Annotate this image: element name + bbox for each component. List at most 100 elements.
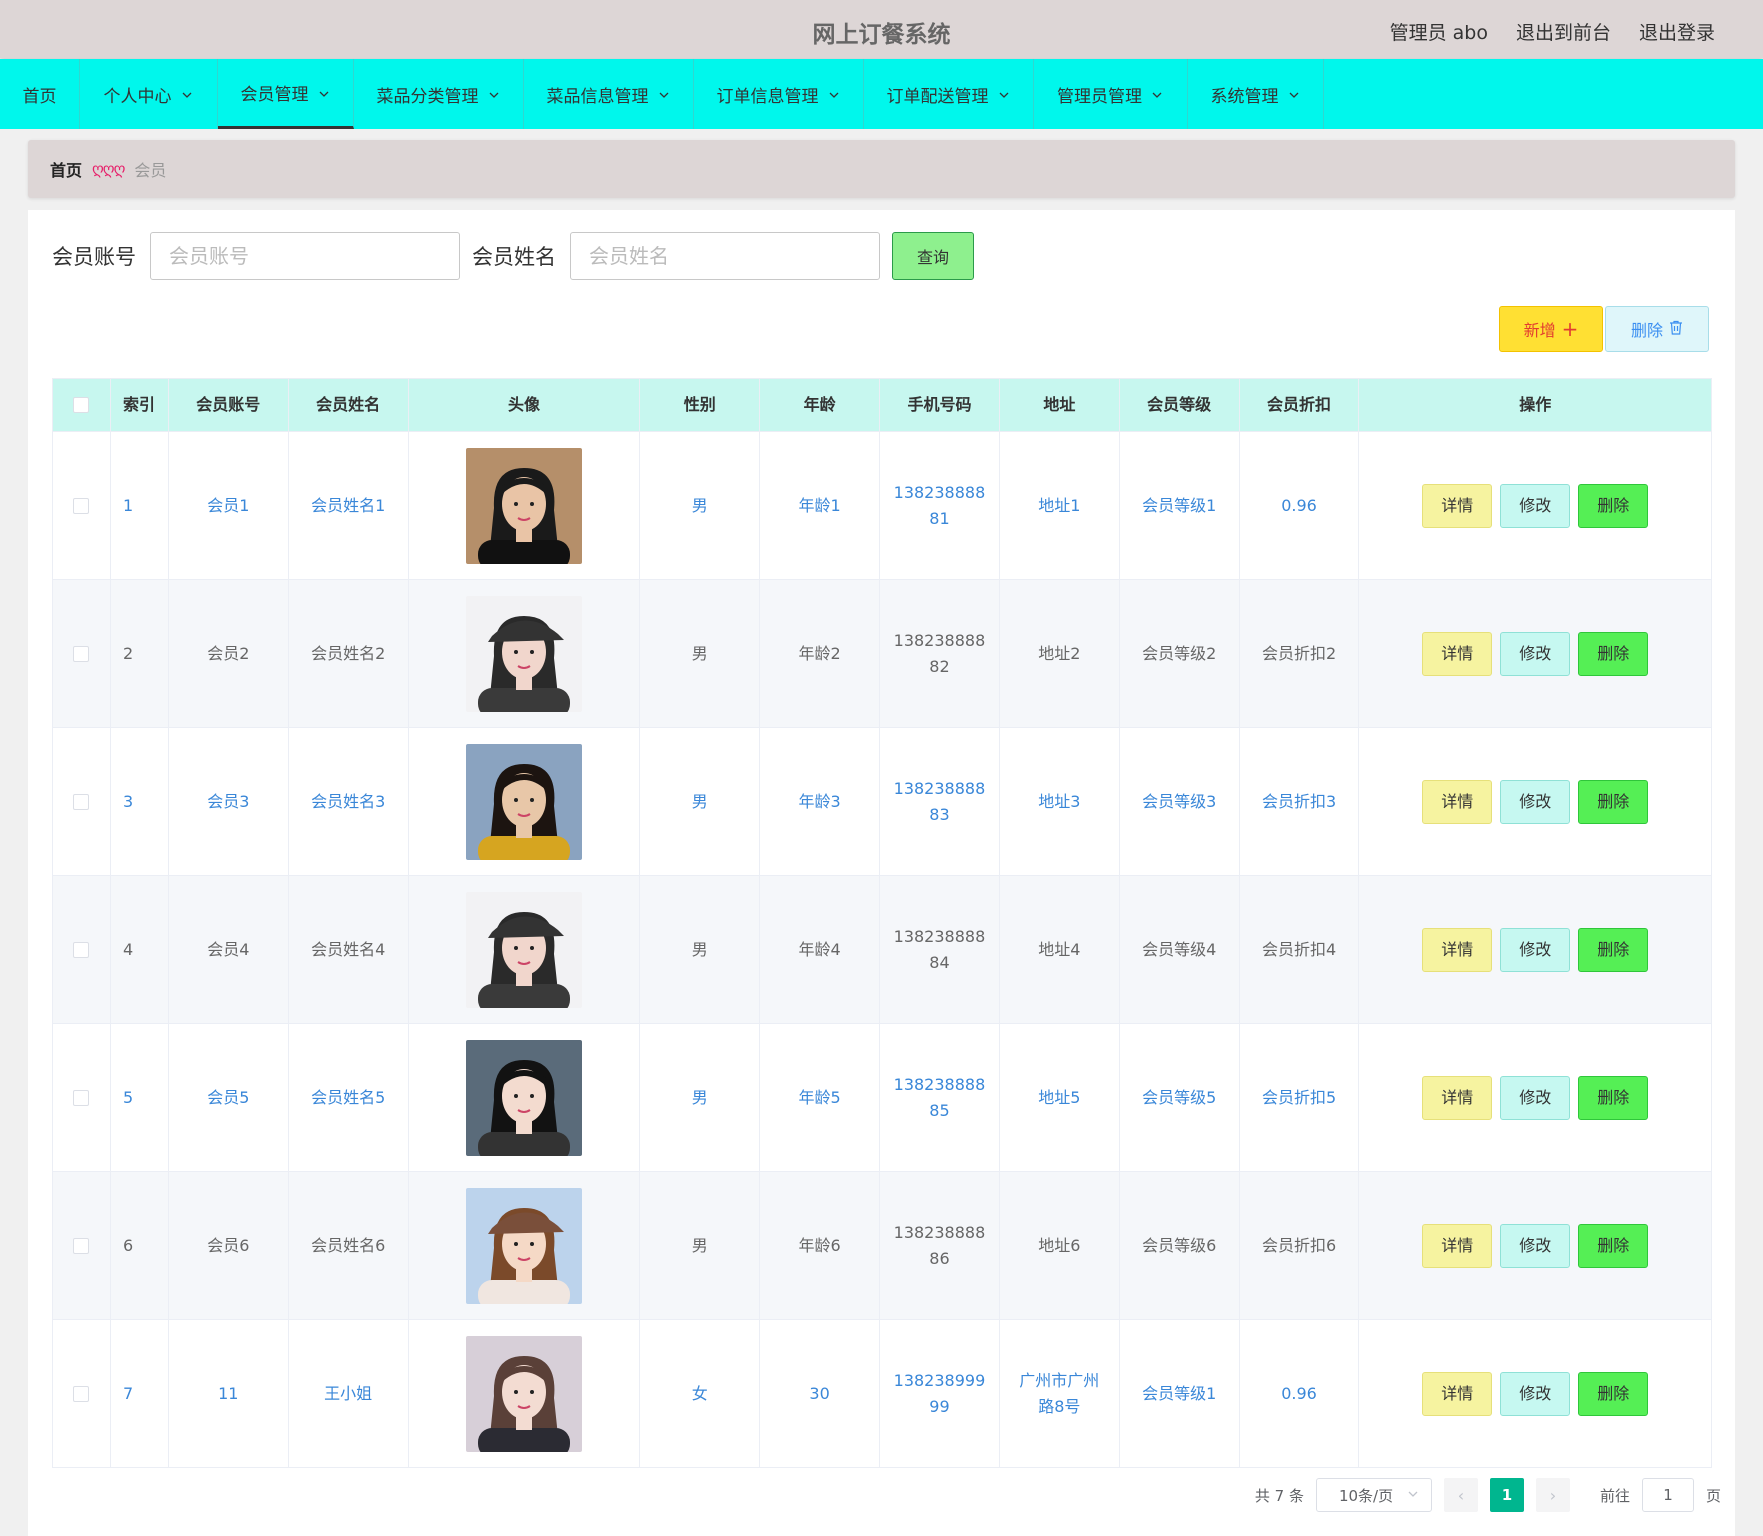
cell-index: 3	[111, 728, 169, 875]
cell-operations: 详情 修改 删除	[1359, 1320, 1711, 1467]
edit-button[interactable]: 修改	[1500, 1075, 1571, 1120]
row-checkbox[interactable]	[73, 941, 90, 958]
next-page-button[interactable]: ›	[1535, 1478, 1570, 1512]
delete-button-label: 删除	[1630, 321, 1663, 340]
detail-button[interactable]: 详情	[1422, 779, 1493, 824]
avatar[interactable]	[465, 743, 582, 860]
nav-item-dish-info[interactable]: 菜品信息管理	[524, 59, 694, 129]
avatar[interactable]	[465, 1187, 582, 1304]
cell-phone: 13823888886	[880, 1172, 1000, 1319]
cell-avatar	[409, 728, 641, 875]
edit-button[interactable]: 修改	[1500, 631, 1571, 676]
logout-link[interactable]: 退出登录	[1639, 18, 1715, 45]
admin-user-label[interactable]: 管理员 abo	[1390, 18, 1488, 45]
breadcrumb-separator: ღღღ	[92, 160, 125, 178]
batch-delete-button[interactable]: 删除	[1605, 306, 1709, 352]
row-checkbox[interactable]	[73, 1385, 90, 1402]
row-checkbox[interactable]	[73, 497, 90, 514]
delete-button[interactable]: 删除	[1578, 631, 1649, 676]
cell-phone: 13823888881	[880, 432, 1000, 579]
row-checkbox[interactable]	[73, 645, 90, 662]
delete-button[interactable]: 删除	[1578, 1371, 1649, 1416]
address-text: 地址3	[1038, 791, 1081, 811]
cell-age: 年龄5	[760, 1024, 881, 1171]
detail-button[interactable]: 详情	[1422, 483, 1493, 528]
detail-button[interactable]: 详情	[1422, 927, 1493, 972]
avatar[interactable]	[465, 1039, 582, 1156]
cell-account: 会员4	[169, 876, 289, 1023]
nav-item-order-info[interactable]: 订单信息管理	[694, 59, 864, 129]
delete-button[interactable]: 删除	[1578, 1075, 1649, 1120]
avatar[interactable]	[465, 595, 582, 712]
nav-item-order-delivery[interactable]: 订单配送管理	[864, 59, 1034, 129]
cell-age: 年龄6	[760, 1172, 881, 1319]
address-text: 地址5	[1038, 1087, 1081, 1107]
cell-address: 地址3	[1000, 728, 1120, 875]
exit-to-front-link[interactable]: 退出到前台	[1516, 18, 1611, 45]
cell-level: 会员等级6	[1120, 1172, 1240, 1319]
cell-account: 会员2	[169, 580, 289, 727]
avatar[interactable]	[465, 1335, 582, 1452]
column-header: 索引	[111, 379, 169, 431]
nav-item-label: 订单配送管理	[886, 86, 989, 107]
cell-discount: 会员折扣6	[1240, 1172, 1360, 1319]
row-checkbox[interactable]	[73, 793, 90, 810]
breadcrumb-home[interactable]: 首页	[50, 157, 82, 181]
cell-account: 会员1	[169, 432, 289, 579]
nav-item-admin-management[interactable]: 管理员管理	[1034, 59, 1188, 129]
cell-discount: 会员折扣2	[1240, 580, 1360, 727]
cell-level: 会员等级2	[1120, 580, 1240, 727]
delete-button[interactable]: 删除	[1578, 1223, 1649, 1268]
row-checkbox[interactable]	[73, 1237, 90, 1254]
search-bar: 会员账号 会员姓名 查询	[52, 232, 974, 280]
cell-level: 会员等级1	[1120, 432, 1240, 579]
avatar[interactable]	[465, 891, 582, 1008]
cell-level: 会员等级3	[1120, 728, 1240, 875]
address-text: 地址1	[1038, 495, 1081, 515]
delete-button[interactable]: 删除	[1578, 927, 1649, 972]
delete-button[interactable]: 删除	[1578, 779, 1649, 824]
nav-item-dish-category[interactable]: 菜品分类管理	[354, 59, 524, 129]
table-row: 6 会员6 会员姓名6 男 年龄6 13823888886 地址6 会员等级6 …	[53, 1171, 1711, 1319]
cell-operations: 详情 修改 删除	[1359, 1024, 1711, 1171]
delete-button[interactable]: 删除	[1578, 483, 1649, 528]
edit-button[interactable]: 修改	[1500, 483, 1571, 528]
goto-page-input[interactable]: 1	[1641, 1478, 1694, 1512]
edit-button[interactable]: 修改	[1500, 927, 1571, 972]
nav-item-label: 订单信息管理	[716, 86, 819, 107]
name-search-input[interactable]	[570, 232, 880, 280]
column-header: 会员等级	[1120, 379, 1240, 431]
page-number-current[interactable]: 1	[1489, 1478, 1524, 1512]
add-button[interactable]: 新增 +	[1499, 306, 1603, 352]
edit-button[interactable]: 修改	[1500, 779, 1571, 824]
nav-item-label: 系统管理	[1210, 86, 1279, 107]
detail-button[interactable]: 详情	[1422, 1075, 1493, 1120]
avatar[interactable]	[465, 447, 582, 564]
cell-name: 王小姐	[289, 1320, 409, 1467]
prev-page-button[interactable]: ‹	[1443, 1478, 1478, 1512]
nav-item-label: 菜品分类管理	[376, 86, 479, 107]
account-search-input[interactable]	[150, 232, 460, 280]
pagination: 共 7 条 10条/页 ‹ 1 › 前往 1 页	[1255, 1478, 1721, 1512]
edit-button[interactable]: 修改	[1500, 1223, 1571, 1268]
cell-discount: 会员折扣3	[1240, 728, 1360, 875]
detail-button[interactable]: 详情	[1422, 631, 1493, 676]
page-size-select[interactable]: 10条/页	[1315, 1478, 1432, 1512]
nav-item-home[interactable]: 首页	[0, 59, 80, 129]
cell-avatar	[409, 1172, 641, 1319]
nav-item-system-management[interactable]: 系统管理	[1188, 59, 1324, 129]
cell-avatar	[409, 876, 641, 1023]
nav-item-member-management[interactable]: 会员管理	[218, 59, 354, 129]
column-header: 手机号码	[880, 379, 1000, 431]
detail-button[interactable]: 详情	[1422, 1371, 1493, 1416]
column-header: 头像	[409, 379, 641, 431]
query-button[interactable]: 查询	[892, 232, 974, 280]
nav-item-personal-center[interactable]: 个人中心	[80, 59, 218, 129]
detail-button[interactable]: 详情	[1422, 1223, 1493, 1268]
row-checkbox[interactable]	[73, 1089, 90, 1106]
nav-item-label: 菜品信息管理	[546, 86, 649, 107]
cell-name: 会员姓名4	[289, 876, 409, 1023]
select-all-checkbox[interactable]	[73, 397, 90, 413]
edit-button[interactable]: 修改	[1500, 1371, 1571, 1416]
nav-item-label: 首页	[22, 86, 57, 107]
